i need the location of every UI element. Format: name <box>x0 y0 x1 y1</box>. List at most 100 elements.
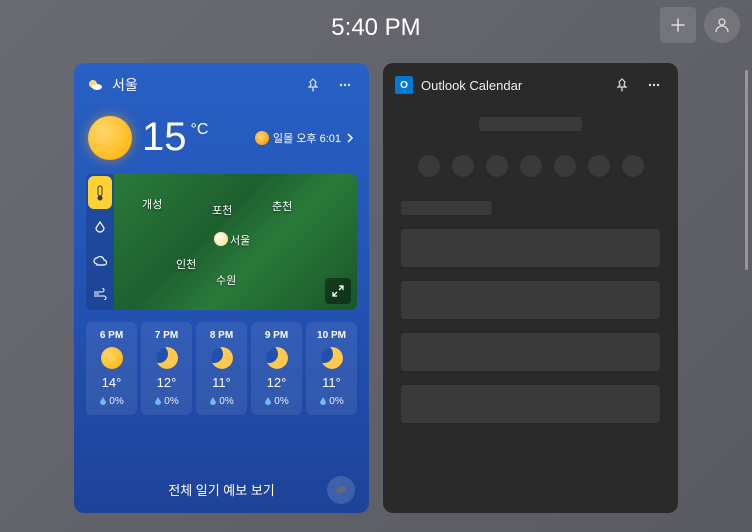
skeleton-dot <box>554 155 576 177</box>
moon-icon <box>321 347 343 369</box>
outlook-body-loading <box>383 107 678 433</box>
weather-widget: 서울 15 °C 일몰 오후 6:01 <box>74 63 369 513</box>
droplet-icon <box>209 397 217 407</box>
hour-temp: 12° <box>267 375 287 390</box>
weather-app-icon <box>86 76 104 94</box>
profile-button[interactable] <box>704 7 740 43</box>
hour-time: 9 PM <box>265 330 288 341</box>
sun-icon <box>88 116 132 160</box>
skeleton-block <box>401 333 660 371</box>
pin-icon <box>306 78 320 92</box>
hour-time: 8 PM <box>210 330 233 341</box>
sun-icon <box>101 347 123 369</box>
skeleton-bar <box>401 201 492 215</box>
hour-temp: 11° <box>322 375 341 390</box>
hour-card[interactable]: 8 PM 11° 0% <box>196 322 247 415</box>
more-button[interactable] <box>333 73 357 97</box>
widgets-container: 서울 15 °C 일몰 오후 6:01 <box>0 55 752 513</box>
weather-hero: 15 °C 일몰 오후 6:01 <box>74 107 369 174</box>
moon-icon <box>156 347 178 369</box>
wind-icon <box>93 288 107 300</box>
moon-icon <box>266 347 288 369</box>
map-tab-precipitation[interactable] <box>86 211 114 244</box>
droplet-icon <box>94 221 106 235</box>
sunset-label: 일몰 오후 6:01 <box>273 130 341 146</box>
temp-value: 15 <box>142 115 187 160</box>
hour-temp: 14° <box>102 375 122 390</box>
hour-card[interactable]: 7 PM 12° 0% <box>141 322 192 415</box>
hour-time: 7 PM <box>155 330 178 341</box>
droplet-icon <box>264 397 272 407</box>
skeleton-block <box>401 229 660 267</box>
scrollbar[interactable] <box>745 70 748 270</box>
pin-button[interactable] <box>301 73 325 97</box>
droplet-icon <box>99 397 107 407</box>
weather-header: 서울 <box>74 63 369 107</box>
map-city-incheon: 인천 <box>176 256 196 272</box>
hour-precip: 0% <box>154 396 178 407</box>
more-icon <box>647 78 661 92</box>
sunset-link[interactable]: 일몰 오후 6:01 <box>255 130 355 146</box>
bird-icon <box>333 482 349 498</box>
map-tab-temperature[interactable] <box>88 176 112 209</box>
pin-icon <box>615 78 629 92</box>
skeleton-dot <box>622 155 644 177</box>
top-bar: 5:40 PM <box>0 0 752 55</box>
hour-temp: 11° <box>212 375 231 390</box>
weather-location: 서울 <box>112 75 293 95</box>
weather-map: 개성 포천 춘천 서울 인천 수원 <box>86 174 357 310</box>
map-tab-wind[interactable] <box>86 277 114 310</box>
skeleton-dot <box>486 155 508 177</box>
hour-card[interactable]: 9 PM 12° 0% <box>251 322 302 415</box>
chevron-right-icon <box>345 133 355 143</box>
map-expand-button[interactable] <box>325 278 351 304</box>
thermometer-icon <box>94 185 106 201</box>
map-city-gaeseong: 개성 <box>142 196 162 212</box>
droplet-icon <box>154 397 162 407</box>
skeleton-dot <box>588 155 610 177</box>
hour-card[interactable]: 10 PM 11° 0% <box>306 322 357 415</box>
skeleton-block <box>401 281 660 319</box>
skeleton-dot <box>452 155 474 177</box>
current-temperature: 15 °C <box>142 115 208 160</box>
map-layer-tabs <box>86 174 114 310</box>
hour-time: 6 PM <box>100 330 123 341</box>
temp-unit: °C <box>191 121 209 139</box>
hour-precip: 0% <box>99 396 123 407</box>
skeleton-bar <box>479 117 583 131</box>
moon-icon <box>211 347 233 369</box>
hour-time: 10 PM <box>317 330 346 341</box>
footer-badge-button[interactable] <box>327 476 355 504</box>
skeleton-day-dots <box>401 145 660 187</box>
sunset-icon <box>255 131 269 145</box>
map-city-pocheon: 포천 <box>212 202 232 218</box>
skeleton-dot <box>418 155 440 177</box>
droplet-icon <box>319 397 327 407</box>
hour-precip: 0% <box>319 396 343 407</box>
map-city-suwon: 수원 <box>216 272 236 288</box>
expand-icon <box>331 284 345 298</box>
hour-precip: 0% <box>264 396 288 407</box>
hourly-forecast: 6 PM 14° 0% 7 PM 12° 0% 8 PM 11° 0% 9 PM… <box>74 310 369 415</box>
full-forecast-link[interactable]: 전체 일기 예보 보기 <box>168 480 275 499</box>
map-tab-clouds[interactable] <box>86 244 114 277</box>
hour-precip: 0% <box>209 396 233 407</box>
map-canvas[interactable]: 개성 포천 춘천 서울 인천 수원 <box>114 174 357 310</box>
outlook-logo-icon: O <box>395 76 413 94</box>
outlook-header: O Outlook Calendar <box>383 63 678 107</box>
weather-footer: 전체 일기 예보 보기 <box>74 466 369 513</box>
skeleton-dot <box>520 155 542 177</box>
map-city-seoul: 서울 <box>230 232 250 248</box>
clock-time: 5:40 PM <box>331 14 420 42</box>
outlook-title: Outlook Calendar <box>421 78 602 93</box>
add-widget-button[interactable] <box>660 7 696 43</box>
map-city-chuncheon: 춘천 <box>272 198 292 214</box>
skeleton-block <box>401 385 660 423</box>
outlook-widget: O Outlook Calendar <box>383 63 678 513</box>
hour-card[interactable]: 6 PM 14° 0% <box>86 322 137 415</box>
map-marker-seoul <box>214 232 228 246</box>
more-button[interactable] <box>642 73 666 97</box>
pin-button[interactable] <box>610 73 634 97</box>
more-icon <box>338 78 352 92</box>
top-actions <box>660 7 740 43</box>
